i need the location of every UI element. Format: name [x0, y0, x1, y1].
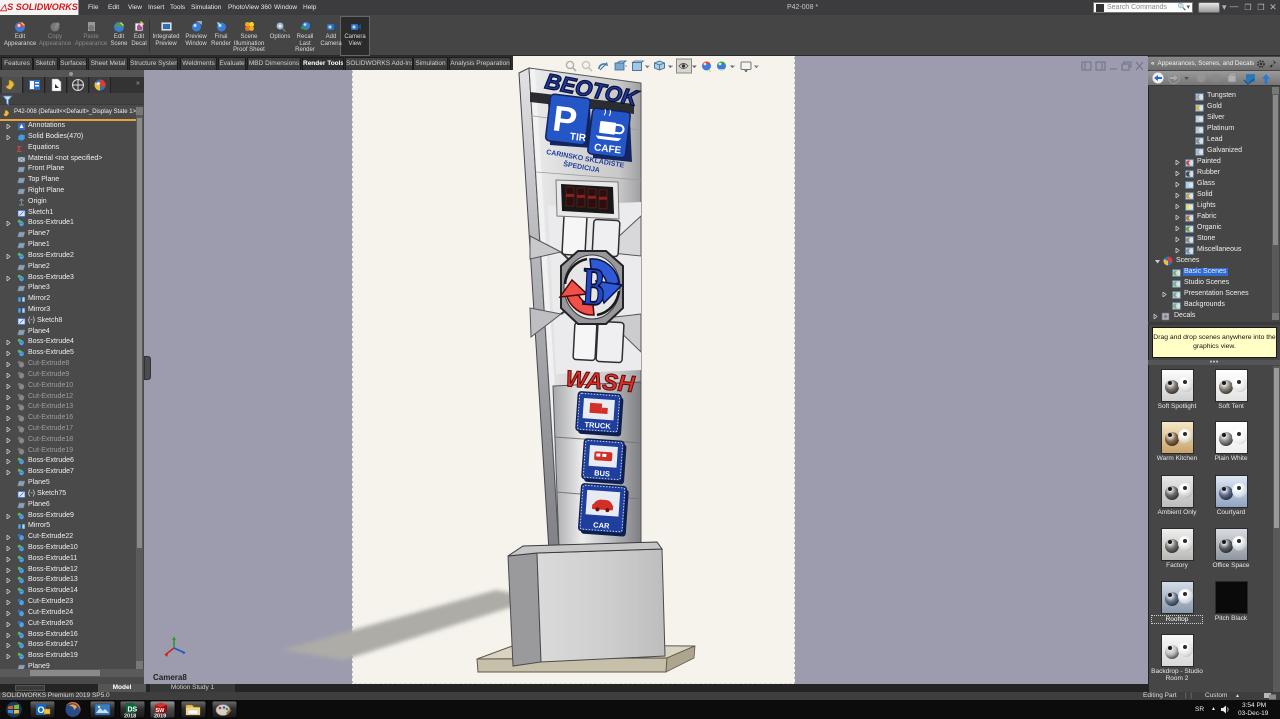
svg-text:TRUCK: TRUCK: [584, 420, 611, 431]
svg-text:2019: 2019: [154, 714, 166, 719]
svg-text:BUS: BUS: [594, 468, 610, 478]
svg-text:Σ: Σ: [17, 145, 22, 153]
svg-text:DS: DS: [128, 707, 138, 714]
svg-text:2018: 2018: [124, 714, 136, 719]
svg-text:Camera8: Camera8: [153, 673, 187, 682]
svg-text:O: O: [38, 705, 45, 715]
svg-text:TIR: TIR: [569, 131, 587, 144]
svg-text:CAR: CAR: [593, 520, 610, 530]
svg-text:B: B: [581, 256, 606, 318]
